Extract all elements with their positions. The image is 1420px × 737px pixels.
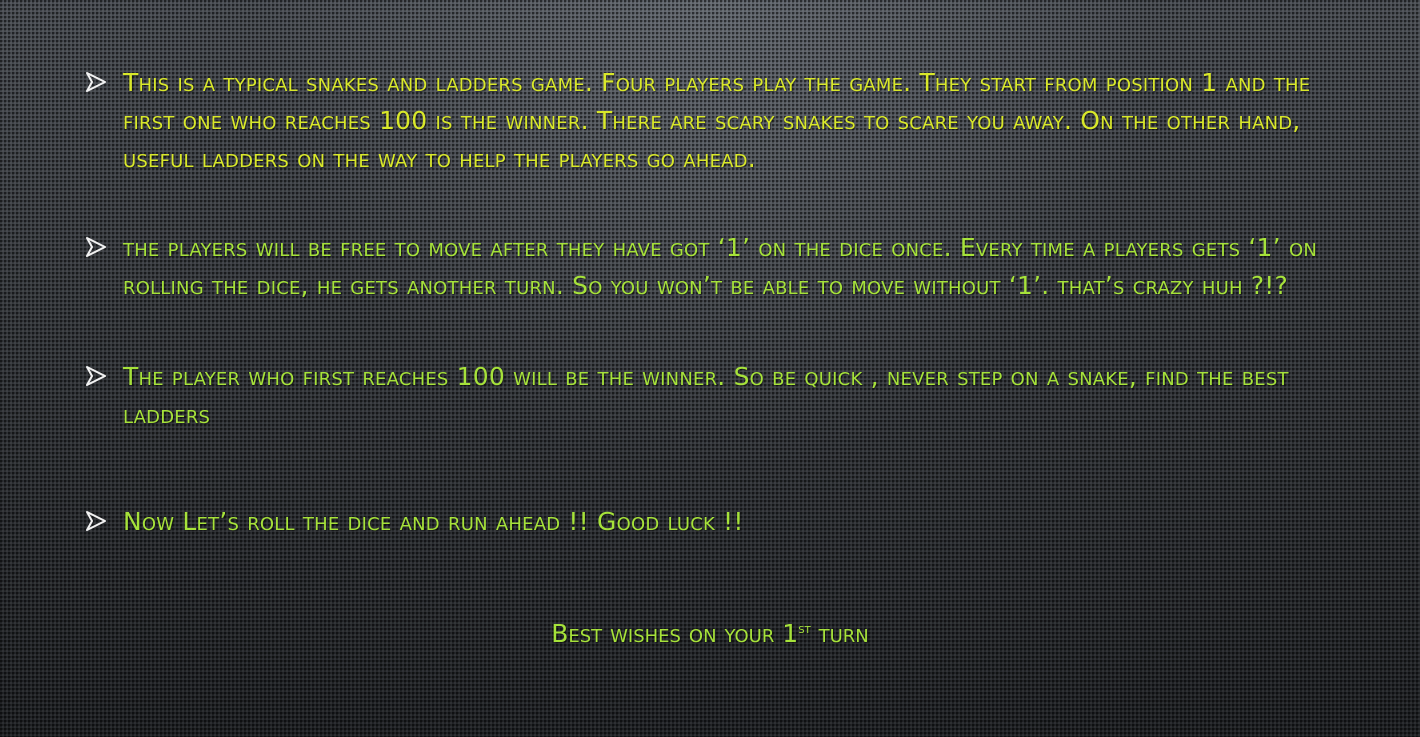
- bullet-item-call-to-action: Now Let’s roll the dice and run ahead !!…: [85, 503, 1355, 541]
- arrow-bullet-icon: [85, 229, 123, 258]
- bullet-text: the players will be free to move after t…: [123, 233, 1317, 300]
- bullet-item-rules-intro: This is a typical snakes and ladders gam…: [85, 64, 1355, 178]
- slide: This is a typical snakes and ladders gam…: [0, 0, 1420, 737]
- bullet-text: The player who first reaches 100 will be…: [123, 362, 1289, 429]
- arrow-bullet-icon: [85, 503, 123, 532]
- arrow-bullet-icon: [85, 358, 123, 387]
- bullet-text: Now Let’s roll the dice and run ahead !!…: [123, 507, 744, 536]
- closing-superscript: st: [798, 621, 811, 637]
- closing-line: Best wishes on your 1st turn: [0, 610, 1420, 653]
- closing-text-end: turn: [810, 619, 869, 648]
- bullet-item-dice-rule: the players will be free to move after t…: [85, 229, 1355, 305]
- bullet-item-winner: The player who first reaches 100 will be…: [85, 358, 1355, 434]
- closing-text: Best wishes on your 1: [551, 619, 799, 648]
- arrow-bullet-icon: [85, 64, 123, 93]
- bullet-text: This is a typical snakes and ladders gam…: [123, 68, 1311, 173]
